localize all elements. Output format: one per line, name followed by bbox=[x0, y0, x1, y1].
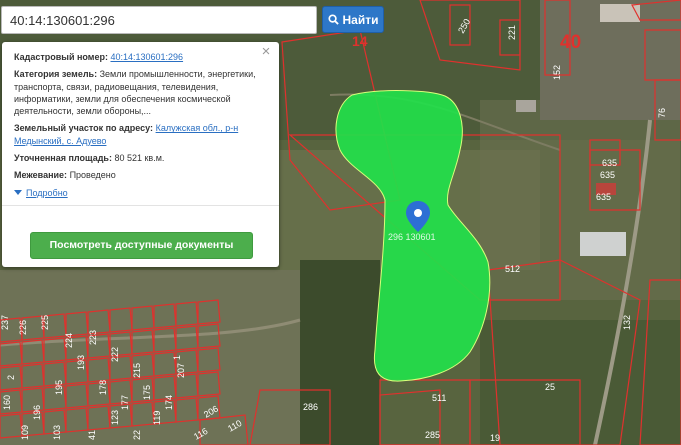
parcel-number: 512 bbox=[505, 264, 520, 274]
close-icon[interactable]: × bbox=[259, 44, 273, 59]
parcel-number: 175 bbox=[142, 385, 152, 400]
parcel-number: 1 bbox=[172, 355, 182, 360]
parcel-number: 177 bbox=[120, 395, 130, 410]
search-icon bbox=[327, 14, 339, 25]
parcel-number: 109 bbox=[20, 425, 30, 440]
survey-row: Межевание: Проведено bbox=[14, 169, 267, 181]
parcel-number: 635 bbox=[596, 192, 611, 202]
parcel-number: 222 bbox=[110, 347, 120, 362]
search-input[interactable] bbox=[1, 6, 317, 34]
parcel-number: 193 bbox=[76, 355, 86, 370]
parcel-number: 41 bbox=[87, 430, 97, 440]
parcel-number: 225 bbox=[40, 315, 50, 330]
parcel-number: 160 bbox=[2, 395, 12, 410]
parcel-number: 237 bbox=[0, 315, 10, 330]
parcel-info-popup: × Кадастровый номер: 40:14:130601:296 Ка… bbox=[2, 42, 279, 267]
selected-parcel-label: 296 130601 bbox=[388, 232, 436, 242]
area-label: Уточненная площадь: bbox=[14, 153, 112, 164]
parcel-number: 195 bbox=[54, 380, 64, 395]
parcel-number: 178 bbox=[98, 380, 108, 395]
block-number-14: 14 bbox=[352, 33, 368, 49]
parcel-number: 2 bbox=[6, 375, 16, 380]
address-row: Земельный участок по адресу: Калужская о… bbox=[14, 122, 267, 147]
address-label: Земельный участок по адресу: bbox=[14, 123, 154, 134]
parcel-number: 207 bbox=[176, 363, 186, 378]
search-button-label: Найти bbox=[342, 12, 379, 27]
details-link[interactable]: Подробно bbox=[26, 187, 68, 199]
land-category-row: Категория земель: Земли промышленности, … bbox=[14, 68, 267, 117]
survey-value: Проведено bbox=[69, 170, 116, 181]
survey-label: Межевание: bbox=[14, 170, 68, 181]
parcel-number: 132 bbox=[622, 315, 632, 330]
area-row: Уточненная площадь: 80 521 кв.м. bbox=[14, 152, 267, 164]
parcel-number: 103 bbox=[52, 425, 62, 440]
cadastral-number-label: Кадастровый номер: bbox=[14, 52, 108, 62]
parcel-number: 223 bbox=[88, 330, 98, 345]
details-toggle[interactable]: Подробно bbox=[14, 187, 267, 199]
cadastral-number-link[interactable]: 40:14:130601:296 bbox=[110, 52, 183, 62]
parcel-number: 25 bbox=[545, 382, 555, 392]
parcel-number: 196 bbox=[32, 405, 42, 420]
search-button[interactable]: Найти bbox=[322, 6, 384, 33]
parcel-number: 511 bbox=[432, 393, 446, 403]
parcel-number: 221 bbox=[507, 25, 517, 40]
block-number-40: 40 bbox=[560, 32, 581, 53]
parcel-number: 635 bbox=[602, 158, 617, 168]
parcel-number: 152 bbox=[552, 65, 562, 80]
parcel-number: 224 bbox=[64, 333, 74, 348]
parcel-number: 215 bbox=[132, 363, 142, 378]
parcel-number: 286 bbox=[303, 402, 318, 412]
parcel-number: 123 bbox=[110, 410, 120, 425]
parcel-number: 285 bbox=[425, 430, 440, 440]
parcel-number: 22 bbox=[132, 430, 142, 440]
land-category-label: Категория земель: bbox=[14, 69, 98, 80]
view-documents-button[interactable]: Посмотреть доступные документы bbox=[30, 232, 253, 259]
triangle-down-icon bbox=[14, 190, 22, 196]
popup-divider bbox=[2, 204, 279, 206]
parcel-number: 174 bbox=[164, 395, 174, 410]
parcel-number: 19 bbox=[490, 433, 500, 443]
cadastral-number-row: Кадастровый номер: 40:14:130601:296 bbox=[14, 51, 267, 63]
parcel-number: 119 bbox=[152, 411, 162, 425]
parcel-number: 226 bbox=[18, 320, 28, 335]
parcel-number: 635 bbox=[600, 170, 615, 180]
map-view[interactable]: 14 40 296 130601 635 635 635 512 511 286 285 25… bbox=[0, 0, 681, 445]
parcel-number: 76 bbox=[657, 108, 667, 118]
area-value: 80 521 кв.м. bbox=[114, 153, 165, 164]
